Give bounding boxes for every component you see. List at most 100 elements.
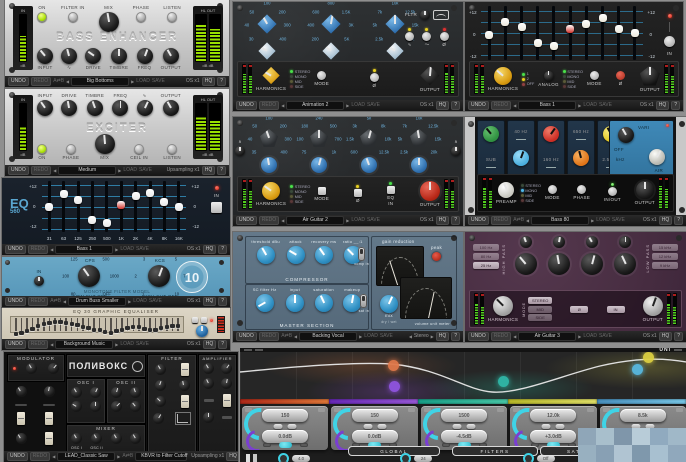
modulator-shape-knob[interactable] (47, 363, 59, 374)
oversampling-selector[interactable]: OS x1 (640, 102, 654, 109)
band-frequency-knob[interactable] (619, 236, 632, 248)
glide-knob[interactable] (15, 386, 27, 398)
preset-prev-button[interactable]: ◀ (513, 333, 516, 340)
header-chip[interactable] (255, 348, 263, 352)
undo-button[interactable]: UNDO (8, 166, 29, 175)
help-button[interactable]: ? (671, 101, 680, 110)
comp-knob[interactable] (256, 246, 275, 264)
eq-band-slider[interactable]: 16K (172, 181, 186, 241)
slider-cap[interactable] (88, 215, 97, 224)
save-button[interactable]: SAVE (380, 333, 393, 340)
eq-band-slider[interactable]: 2K (578, 6, 594, 69)
osc2-wave-knob[interactable] (130, 387, 141, 398)
save-button[interactable]: SAVE (136, 341, 149, 348)
band-gain-knob[interactable] (581, 253, 604, 275)
band-color-segment[interactable] (329, 399, 419, 404)
oversampling-selector[interactable]: OS x1 (420, 102, 434, 109)
parameter-knob[interactable] (85, 48, 102, 64)
phase-button[interactable] (353, 188, 362, 197)
mode-button[interactable] (547, 185, 557, 194)
band-color-segment[interactable] (507, 399, 597, 404)
output-knob[interactable] (419, 180, 440, 201)
fltr-knob[interactable] (420, 10, 431, 20)
eq-band-slider[interactable]: 31 (42, 181, 56, 241)
band-power-icon[interactable] (278, 442, 292, 448)
preset-name[interactable]: Bass 1 (518, 101, 577, 110)
load-button[interactable]: LOAD (583, 333, 597, 340)
eq-band-slider[interactable]: 125 (71, 181, 85, 241)
hq-button[interactable]: HQ (201, 77, 216, 86)
slider-cap[interactable] (58, 320, 63, 324)
eq-band-slider[interactable]: 8K (611, 6, 627, 69)
ab-button[interactable]: A⇄B (513, 217, 524, 224)
preset-prev-button[interactable]: ◀ (53, 167, 56, 174)
redo-button[interactable]: REDO (490, 101, 512, 110)
band-color-segment[interactable] (418, 399, 508, 404)
band-gain-knob[interactable] (573, 150, 589, 166)
filter-decay-knob[interactable] (153, 413, 165, 424)
band-option-icon[interactable] (441, 443, 450, 447)
mod-assign-selector[interactable]: KBVR to Filter Cutoff (135, 452, 188, 461)
parameter-knob[interactable] (112, 100, 129, 116)
mix-knob[interactable] (380, 295, 398, 313)
slider-cap[interactable] (114, 329, 119, 333)
output-knob[interactable] (642, 295, 663, 316)
preset-next-button[interactable]: ▶ (346, 102, 349, 109)
hq-button[interactable]: HQ (226, 452, 238, 461)
preset-next-button[interactable]: ▶ (128, 298, 131, 305)
amp-attack-knob[interactable] (202, 363, 214, 374)
parameter-knob[interactable] (162, 48, 179, 64)
band-frequency-knob[interactable] (552, 236, 565, 248)
eq-band-slider[interactable]: 500 (546, 6, 562, 69)
header-chip[interactable] (674, 348, 682, 352)
slider-cap[interactable] (485, 30, 494, 39)
filter-button[interactable] (405, 32, 415, 41)
help-button[interactable]: ? (218, 297, 227, 306)
load-button[interactable]: LOAD (123, 167, 137, 174)
preset-next-button[interactable]: ▶ (117, 453, 120, 460)
preset-name[interactable]: Medium (58, 166, 117, 175)
gain-knob[interactable] (361, 157, 377, 173)
gain-knob[interactable] (261, 157, 277, 173)
control-knob[interactable] (522, 453, 534, 462)
in-button[interactable]: IN (606, 305, 625, 313)
redo-button[interactable]: REDO (27, 340, 49, 349)
parameter-knob[interactable] (37, 100, 53, 116)
load-button[interactable]: LOAD (136, 78, 150, 85)
mode-button[interactable]: SIDE (528, 314, 553, 321)
preset-name[interactable]: Big Bottoms (71, 77, 130, 86)
slider-cap[interactable] (35, 323, 41, 328)
osc1-tune-knob[interactable] (71, 401, 82, 412)
osc1-range-knob[interactable] (71, 387, 82, 398)
redo-button[interactable]: REDO (29, 452, 51, 461)
slider-cap[interactable] (119, 327, 125, 332)
master-knob[interactable] (255, 294, 274, 312)
low-pass-button[interactable]: 12 kHz (652, 253, 678, 260)
output-knob[interactable] (639, 65, 660, 86)
band-frequency-knob[interactable] (519, 236, 532, 248)
slider-cap[interactable] (533, 38, 542, 47)
osc1-wave-knob[interactable] (90, 387, 101, 398)
slider-cap[interactable] (131, 192, 140, 201)
filter-attack-knob[interactable] (155, 396, 167, 407)
eq-band-handle[interactable] (497, 375, 509, 387)
mix-knob[interactable] (94, 134, 115, 154)
help-button[interactable]: ? (451, 101, 460, 110)
slider-cap[interactable] (97, 328, 102, 333)
redo-button[interactable]: REDO (27, 245, 49, 254)
save-button[interactable]: SAVE (152, 78, 165, 85)
undo-button[interactable]: UNDO (468, 216, 489, 225)
save-button[interactable]: SAVE (139, 167, 152, 174)
redo-button[interactable]: REDO (27, 297, 49, 306)
hq-button[interactable]: HQ (201, 166, 216, 175)
bypass-button[interactable] (191, 317, 198, 323)
slider-cap[interactable] (159, 326, 164, 330)
air-knob[interactable] (649, 149, 665, 165)
output-knob[interactable] (635, 180, 654, 199)
mini-button[interactable] (273, 424, 283, 429)
oversampling-selector[interactable]: Upsampling x1 (191, 453, 224, 460)
modulator-rate-knob[interactable] (26, 363, 38, 374)
undo-button[interactable]: UNDO (5, 340, 26, 349)
ab-button[interactable]: A⇄B (53, 78, 64, 85)
filter-button[interactable] (439, 32, 449, 41)
